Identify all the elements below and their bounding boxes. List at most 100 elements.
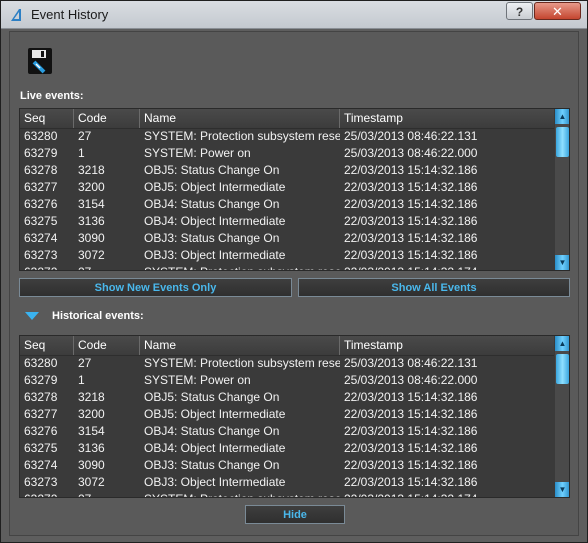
column-header-seq[interactable]: Seq bbox=[20, 109, 74, 128]
table-row[interactable]: 63275 3136 OBJ4: Object Intermediate 22/03/… bbox=[20, 213, 554, 230]
show-all-events-button[interactable]: Show All Events bbox=[298, 278, 570, 297]
cell-name: SYSTEM: Power on bbox=[144, 146, 251, 160]
cell-name: OBJ4: Object Intermediate bbox=[144, 214, 286, 228]
live-events-table[interactable]: Seq Code Name Timestamp 63280 27 SYSTEM: P… bbox=[19, 108, 570, 271]
table-row[interactable]: 63275 3136 OBJ4: Object Intermediate 22/03/… bbox=[20, 440, 554, 457]
scroll-thumb[interactable] bbox=[556, 354, 569, 384]
table-row[interactable]: 63277 3200 OBJ5: Object Intermediate 22/03/… bbox=[20, 179, 554, 196]
cell-timestamp: 22/03/2013 15:14:32.186 bbox=[344, 197, 478, 211]
cell-seq: 63276 bbox=[24, 424, 58, 438]
save-disk-icon[interactable] bbox=[27, 47, 53, 75]
cell-name: SYSTEM: Protection subsystem reset bbox=[144, 129, 340, 143]
cell-timestamp: 22/03/2013 15:14:32.174 bbox=[340, 491, 554, 497]
table-row[interactable]: 63280 27 SYSTEM: Protection subsystem rese… bbox=[20, 355, 554, 372]
live-table-body: 63280 27 SYSTEM: Protection subsystem rese… bbox=[20, 128, 554, 270]
column-header-name[interactable]: Name bbox=[140, 109, 340, 128]
cell-seq: 63278 bbox=[24, 163, 58, 177]
cell-name: OBJ3: Status Change On bbox=[144, 458, 280, 472]
table-row[interactable]: 6327227SYSTEM: Protection subsystem rese… bbox=[20, 264, 554, 270]
table-row[interactable]: 63274 3090 OBJ3: Status Change On 22/03/201… bbox=[20, 230, 554, 247]
column-header-name[interactable]: Name bbox=[140, 336, 340, 355]
table-row[interactable]: 63273 3072 OBJ3: Object Intermediate 22/03/… bbox=[20, 474, 554, 491]
cell-seq: 63277 bbox=[24, 180, 58, 194]
hide-button[interactable]: Hide bbox=[245, 505, 345, 524]
historical-table-body: 63280 27 SYSTEM: Protection subsystem rese… bbox=[20, 355, 554, 497]
column-header-timestamp[interactable]: Timestamp bbox=[340, 336, 554, 355]
cell-code: 27 bbox=[78, 129, 92, 143]
cell-name: SYSTEM: Protection subsystem reset bbox=[140, 491, 340, 497]
table-row[interactable]: 63280 27 SYSTEM: Protection subsystem rese… bbox=[20, 128, 554, 145]
show-new-events-button[interactable]: Show New Events Only bbox=[19, 278, 292, 297]
help-button[interactable]: ? bbox=[506, 2, 533, 20]
title-bar[interactable]: Event History ? ✕ bbox=[1, 1, 587, 29]
cell-name: OBJ5: Object Intermediate bbox=[144, 407, 286, 421]
table-row[interactable]: 63278 3218 OBJ5: Status Change On 22/03/201… bbox=[20, 162, 554, 179]
live-scrollbar[interactable]: ▲ ▼ bbox=[555, 109, 569, 270]
cell-seq: 63278 bbox=[24, 390, 58, 404]
historical-events-table[interactable]: Seq Code Name Timestamp 63280 27 SYSTEM: P… bbox=[19, 335, 570, 498]
column-header-code[interactable]: Code bbox=[74, 109, 140, 128]
cell-name: OBJ5: Status Change On bbox=[144, 163, 280, 177]
table-row[interactable]: 63279 1 SYSTEM: Power on 25/03/2013 08:46:2… bbox=[20, 145, 554, 162]
scroll-up-icon[interactable]: ▲ bbox=[555, 109, 569, 124]
cell-seq: 63273 bbox=[24, 475, 58, 489]
table-row[interactable]: 63273 3072 OBJ3: Object Intermediate 22/03/… bbox=[20, 247, 554, 264]
cell-seq: 63273 bbox=[24, 248, 58, 262]
collapse-triangle-icon[interactable] bbox=[25, 312, 39, 320]
table-row[interactable]: 63278 3218 OBJ5: Status Change On 22/03/201… bbox=[20, 389, 554, 406]
cell-name: OBJ4: Object Intermediate bbox=[144, 441, 286, 455]
live-events-label: Live events: bbox=[20, 90, 84, 102]
cell-name: OBJ5: Status Change On bbox=[144, 390, 280, 404]
cell-code: 3218 bbox=[78, 163, 105, 177]
cell-name: SYSTEM: Protection subsystem reset bbox=[144, 356, 340, 370]
table-row[interactable]: 6327227SYSTEM: Protection subsystem rese… bbox=[20, 491, 554, 497]
cell-name: OBJ4: Status Change On bbox=[144, 197, 280, 211]
cell-name: OBJ3: Status Change On bbox=[144, 231, 280, 245]
table-row[interactable]: 63277 3200 OBJ5: Object Intermediate 22/03/… bbox=[20, 406, 554, 423]
cell-code: 3218 bbox=[78, 390, 105, 404]
cell-timestamp: 22/03/2013 15:14:32.186 bbox=[344, 441, 478, 455]
column-header-code[interactable]: Code bbox=[74, 336, 140, 355]
table-row[interactable]: 63276 3154 OBJ4: Status Change On 22/03/201… bbox=[20, 196, 554, 213]
cell-timestamp: 25/03/2013 08:46:22.000 bbox=[344, 146, 478, 160]
column-header-timestamp[interactable]: Timestamp bbox=[340, 109, 554, 128]
cell-timestamp: 22/03/2013 15:14:32.174 bbox=[340, 264, 554, 270]
cell-code: 3072 bbox=[78, 475, 105, 489]
cell-code: 3072 bbox=[78, 248, 105, 262]
table-row[interactable]: 63274 3090 OBJ3: Status Change On 22/03/201… bbox=[20, 457, 554, 474]
cell-code: 1 bbox=[78, 373, 85, 387]
historical-table-header: Seq Code Name Timestamp bbox=[20, 336, 554, 356]
cell-seq: 63279 bbox=[24, 373, 58, 387]
table-row[interactable]: 63276 3154 OBJ4: Status Change On 22/03/201… bbox=[20, 423, 554, 440]
historical-events-label: Historical events: bbox=[52, 310, 144, 322]
cell-timestamp: 22/03/2013 15:14:32.186 bbox=[344, 163, 478, 177]
cell-code: 3136 bbox=[78, 214, 105, 228]
cell-seq: 63275 bbox=[24, 214, 58, 228]
cell-code: 27 bbox=[78, 356, 92, 370]
cell-code: 1 bbox=[78, 146, 85, 160]
cell-seq: 63274 bbox=[24, 231, 58, 245]
cell-timestamp: 22/03/2013 15:14:32.186 bbox=[344, 407, 478, 421]
cell-code: 3200 bbox=[78, 180, 105, 194]
cell-timestamp: 22/03/2013 15:14:32.186 bbox=[344, 231, 478, 245]
cell-name: SYSTEM: Protection subsystem reset bbox=[140, 264, 340, 270]
scroll-down-icon[interactable]: ▼ bbox=[555, 255, 569, 270]
cell-timestamp: 25/03/2013 08:46:22.131 bbox=[344, 356, 478, 370]
cell-code: 3136 bbox=[78, 441, 105, 455]
column-header-seq[interactable]: Seq bbox=[20, 336, 74, 355]
close-button[interactable]: ✕ bbox=[534, 2, 581, 20]
table-row[interactable]: 63279 1 SYSTEM: Power on 25/03/2013 08:46:2… bbox=[20, 372, 554, 389]
cell-timestamp: 22/03/2013 15:14:32.186 bbox=[344, 424, 478, 438]
cell-name: OBJ5: Object Intermediate bbox=[144, 180, 286, 194]
cell-timestamp: 25/03/2013 08:46:22.000 bbox=[344, 373, 478, 387]
cell-code: 3090 bbox=[78, 458, 105, 472]
cell-seq: 63275 bbox=[24, 441, 58, 455]
historical-scrollbar[interactable]: ▲ ▼ bbox=[555, 336, 569, 497]
cell-name: SYSTEM: Power on bbox=[144, 373, 251, 387]
scroll-up-icon[interactable]: ▲ bbox=[555, 336, 569, 351]
scroll-thumb[interactable] bbox=[556, 127, 569, 157]
app-logo-icon bbox=[11, 9, 21, 21]
cell-seq: 63280 bbox=[24, 129, 58, 143]
cell-name: OBJ4: Status Change On bbox=[144, 424, 280, 438]
scroll-down-icon[interactable]: ▼ bbox=[555, 482, 569, 497]
